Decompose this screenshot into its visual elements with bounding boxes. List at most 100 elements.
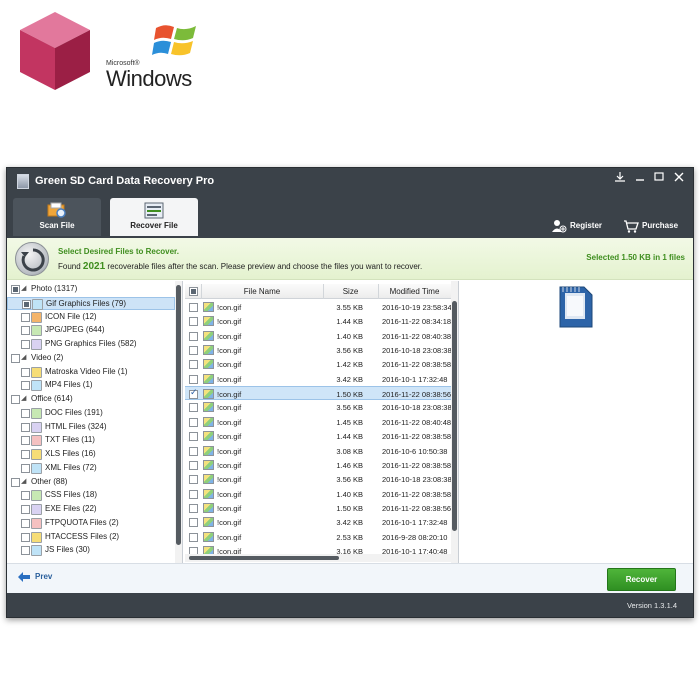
tree-checkbox[interactable] — [21, 518, 30, 528]
table-row[interactable]: !con.gif 1.44 KB 2016-11-22 08:38:58 — [185, 429, 451, 443]
table-row[interactable]: !con.gif 1.50 KB 2016-11-22 08:38:56 — [185, 501, 451, 515]
tree-item[interactable]: DOC Files (191) — [7, 407, 175, 421]
tree-category[interactable]: ◢ Photo (1317) — [7, 283, 175, 297]
expand-arrow-icon[interactable]: ◢ — [21, 284, 26, 292]
tree-item[interactable]: ICON File (12) — [7, 311, 175, 325]
tree-checkbox[interactable] — [21, 491, 30, 501]
table-row[interactable]: !con.gif 3.42 KB 2016-10-1 17:32:48 — [185, 372, 451, 386]
row-checkbox[interactable] — [189, 360, 198, 370]
tree-item[interactable]: EXE Files (22) — [7, 503, 175, 517]
file-size: 1.45 KB — [336, 417, 363, 427]
tree-category[interactable]: ◢ Other (88) — [7, 476, 175, 490]
tree-category[interactable]: ◢ Office (614) — [7, 393, 175, 407]
table-row[interactable]: !con.gif 1.46 KB 2016-11-22 08:38:58 — [185, 458, 451, 472]
row-checkbox[interactable] — [189, 374, 198, 384]
tree-checkbox[interactable] — [21, 450, 30, 459]
table-row[interactable]: !con.gif 3.42 KB 2016-10-1 17:32:48 — [185, 515, 451, 529]
table-row[interactable]: !con.gif 3.56 KB 2016-10-18 23:08:38 — [185, 472, 452, 486]
row-checkbox[interactable] — [189, 489, 198, 499]
column-size[interactable]: Size — [323, 287, 378, 296]
row-checkbox[interactable] — [189, 432, 198, 442]
register-button[interactable]: Register — [551, 218, 602, 234]
tree-checkbox[interactable] — [11, 477, 20, 487]
row-checkbox[interactable] — [189, 303, 198, 312]
tree-checkbox[interactable] — [21, 463, 30, 473]
tree-item[interactable]: HTML Files (324) — [7, 421, 175, 435]
file-list-vscrollbar[interactable] — [451, 281, 458, 563]
file-list-vscroll-thumb[interactable] — [452, 301, 457, 531]
table-row[interactable]: !con.gif 3.55 KB 2016-10-19 23:58:34 — [185, 300, 452, 314]
tree-item[interactable]: CSS Files (18) — [7, 489, 175, 503]
tree-item[interactable]: MP4 Files (1) — [7, 379, 175, 393]
table-row[interactable]: !con.gif 1.40 KB 2016-11-22 08:38:58 — [185, 487, 451, 501]
tree-item[interactable]: JS Files (30) — [7, 544, 175, 558]
row-checkbox[interactable] — [189, 346, 198, 356]
row-checkbox[interactable] — [189, 403, 198, 413]
row-checkbox[interactable] — [189, 460, 198, 470]
tree-checkbox[interactable] — [21, 340, 30, 349]
maximize-icon[interactable] — [652, 171, 666, 185]
column-modified-time[interactable]: Modified Time — [378, 287, 451, 296]
tree-checkbox[interactable] — [11, 353, 20, 363]
tree-item[interactable]: Matroska Video File (1) — [7, 366, 175, 380]
table-row[interactable]: !con.gif 2.53 KB 2016-9-28 08:20:10 — [185, 530, 451, 544]
row-checkbox[interactable] — [189, 503, 198, 513]
tree-checkbox[interactable] — [11, 395, 20, 404]
table-row[interactable]: !con.gif 3.08 KB 2016-10-6 10:50:38 — [185, 444, 451, 458]
tree-checkbox[interactable] — [11, 285, 20, 294]
tree-item[interactable]: XML Files (72) — [7, 462, 175, 476]
tree-item[interactable]: XLS Files (16) — [7, 448, 175, 462]
tab-recover-file[interactable]: Recover File — [110, 198, 198, 236]
row-checkbox[interactable] — [189, 446, 198, 456]
row-checkbox[interactable] — [189, 317, 198, 327]
row-checkbox[interactable] — [189, 417, 198, 427]
prev-button[interactable]: Prev — [17, 572, 52, 582]
tree-item[interactable]: Gif Graphics Files (79) — [7, 296, 175, 311]
file-list-hscroll-thumb[interactable] — [189, 556, 339, 560]
minimize-icon[interactable] — [633, 171, 647, 185]
close-icon[interactable] — [672, 171, 686, 185]
tree-item[interactable]: TXT Files (11) — [7, 434, 175, 448]
expand-arrow-icon[interactable]: ◢ — [21, 477, 26, 485]
tree-checkbox[interactable] — [21, 505, 30, 514]
tree-item[interactable]: JPG/JPEG (644) — [7, 324, 175, 338]
tree-checkbox[interactable] — [21, 326, 30, 336]
recover-button[interactable]: Recover — [607, 568, 676, 591]
tree-category[interactable]: ◢ Video (2) — [7, 352, 175, 366]
tree-checkbox[interactable] — [21, 367, 30, 377]
tree-scroll-thumb[interactable] — [176, 285, 181, 545]
column-file-name[interactable]: File Name — [201, 287, 323, 296]
row-checkbox[interactable] — [189, 475, 198, 485]
row-checkbox[interactable] — [189, 388, 198, 400]
table-row[interactable]: !con.gif 1.42 KB 2016-11-22 08:38:58 — [185, 357, 451, 371]
expand-arrow-icon[interactable]: ◢ — [21, 353, 26, 361]
tree-checkbox[interactable] — [21, 532, 30, 542]
row-checkbox[interactable] — [189, 518, 198, 528]
tree-scrollbar[interactable] — [175, 281, 182, 563]
tree-item[interactable]: FTPQUOTA Files (2) — [7, 517, 175, 531]
tree-checkbox[interactable] — [22, 299, 31, 309]
select-all-checkbox[interactable] — [189, 287, 198, 296]
tree-item-label: JS Files (30) — [45, 545, 90, 555]
tree-checkbox[interactable] — [21, 422, 30, 432]
download-icon[interactable] — [613, 171, 627, 185]
tree-item[interactable]: HTACCESS Files (2) — [7, 531, 175, 545]
table-row[interactable]: !con.gif 3.56 KB 2016-10-18 23:08:38 — [185, 400, 452, 414]
tab-scan-file[interactable]: Scan File — [13, 198, 101, 236]
tree-checkbox[interactable] — [21, 408, 30, 418]
table-row[interactable]: !con.gif 1.44 KB 2016-11-22 08:34:18 — [185, 314, 451, 328]
tree-checkbox[interactable] — [21, 546, 30, 556]
table-row[interactable]: !con.gif 3.56 KB 2016-10-18 23:08:38 — [185, 343, 452, 357]
tree-checkbox[interactable] — [21, 312, 30, 322]
row-checkbox[interactable] — [189, 331, 198, 341]
purchase-button[interactable]: Purchase — [623, 218, 678, 234]
tree-item[interactable]: PNG Graphics Files (582) — [7, 338, 175, 352]
table-row[interactable]: !con.gif 1.50 KB 2016-11-22 08:38:56 — [185, 386, 451, 401]
table-row[interactable]: !con.gif 1.40 KB 2016-11-22 08:40:38 — [185, 329, 451, 343]
tree-checkbox[interactable] — [21, 436, 30, 446]
file-list-hscrollbar[interactable] — [185, 554, 451, 562]
tree-checkbox[interactable] — [21, 381, 30, 391]
expand-arrow-icon[interactable]: ◢ — [21, 394, 26, 402]
table-row[interactable]: !con.gif 1.45 KB 2016-11-22 08:40:48 — [185, 415, 451, 429]
row-checkbox[interactable] — [189, 532, 198, 542]
